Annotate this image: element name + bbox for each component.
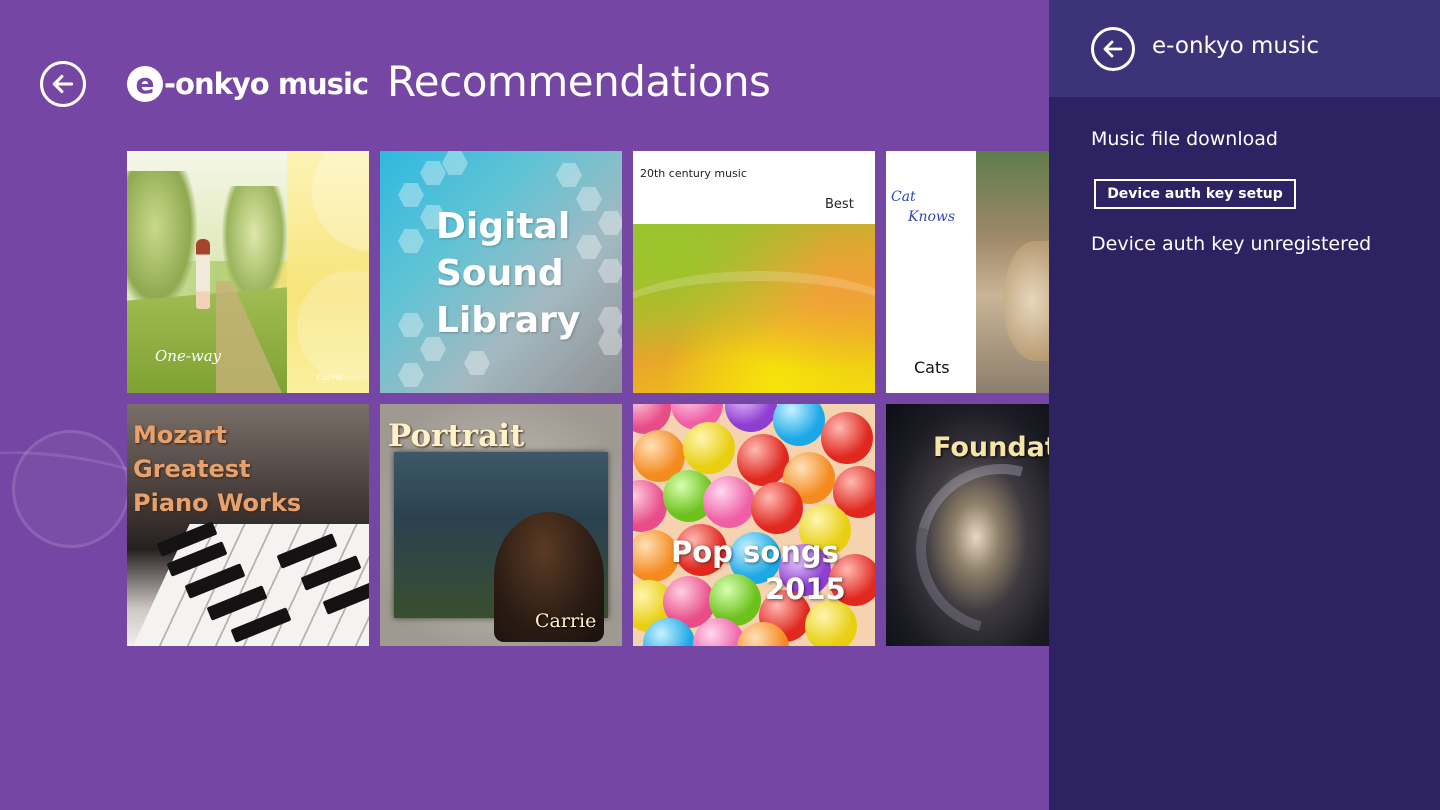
album-tile-cats[interactable]: Cat Knows Cats bbox=[886, 151, 1049, 393]
hexagon-shape bbox=[464, 351, 490, 375]
hexagon-shape bbox=[398, 363, 424, 387]
hexagon-shape bbox=[398, 313, 424, 337]
cover-art bbox=[127, 171, 197, 311]
hexagon-shape bbox=[420, 161, 446, 185]
hexagon-shape bbox=[598, 331, 622, 355]
album-subtitle: 2015 bbox=[765, 572, 846, 606]
music-file-download-link[interactable]: Music file download bbox=[1091, 128, 1278, 150]
album-tile-portrait[interactable]: Portrait Carrie bbox=[380, 404, 622, 646]
cover-art bbox=[886, 432, 1049, 646]
album-tile-pop-songs-2015[interactable]: Pop songs 2015 bbox=[633, 404, 875, 646]
e-onkyo-logo: e -onkyo music bbox=[127, 64, 369, 104]
album-title: Foundati bbox=[933, 432, 1049, 463]
album-tile-foundation[interactable]: Foundati bbox=[886, 404, 1049, 646]
auth-status-text: Device auth key unregistered bbox=[1091, 233, 1372, 255]
album-title-line: Greatest bbox=[133, 455, 251, 483]
album-tile-mozart[interactable]: Mozart Greatest Piano Works bbox=[127, 404, 369, 646]
hexagon-shape bbox=[598, 307, 622, 331]
main-area: e -onkyo music Recommendations One-way C… bbox=[0, 0, 1049, 810]
cover-art bbox=[196, 239, 210, 309]
device-auth-key-setup-button[interactable]: Device auth key setup bbox=[1094, 179, 1296, 209]
cover-art bbox=[751, 482, 803, 534]
panel-header: e-onkyo music bbox=[1049, 0, 1440, 97]
cover-art bbox=[633, 480, 667, 532]
back-arrow-icon bbox=[1103, 40, 1123, 58]
album-artist: Carrie bbox=[317, 373, 343, 382]
album-title: Portrait bbox=[388, 418, 525, 454]
hexagon-shape bbox=[556, 163, 582, 187]
cover-art bbox=[821, 412, 873, 464]
album-title: One-way bbox=[155, 347, 222, 365]
back-arrow-icon bbox=[52, 74, 74, 94]
cover-art bbox=[773, 404, 825, 446]
album-artist: Carrie bbox=[535, 610, 597, 632]
panel-title: e-onkyo music bbox=[1152, 33, 1320, 59]
album-title-line: Digital bbox=[436, 206, 571, 247]
cover-art bbox=[805, 600, 857, 646]
hexagon-shape bbox=[398, 183, 424, 207]
cover-art bbox=[725, 404, 777, 432]
album-tile-20th-century-music[interactable]: 20th century music Best bbox=[633, 151, 875, 393]
hexagon-shape bbox=[398, 229, 424, 253]
album-subtitle: Cats bbox=[914, 358, 950, 377]
page-title: Recommendations bbox=[387, 57, 771, 106]
album-title: 20th century music bbox=[640, 167, 747, 180]
settings-panel: e-onkyo music Music file download Device… bbox=[1049, 0, 1440, 810]
album-title: Mozart Greatest Piano Works bbox=[133, 418, 301, 520]
album-title-line: Library bbox=[436, 300, 581, 341]
album-title: Digital Sound Library bbox=[436, 203, 580, 344]
logo-e-mark: e bbox=[127, 66, 163, 102]
album-title-line: Cat bbox=[891, 189, 916, 205]
logo-text: -onkyo music bbox=[164, 67, 369, 101]
album-tile-digital-sound-library[interactable]: Digital Sound Library bbox=[380, 151, 622, 393]
hexagon-shape bbox=[598, 259, 622, 283]
cover-art bbox=[633, 271, 875, 391]
album-title-line: Mozart bbox=[133, 421, 227, 449]
cover-art bbox=[703, 476, 755, 528]
cover-art bbox=[737, 434, 789, 486]
album-title-line: Sound bbox=[436, 253, 564, 294]
cover-art bbox=[683, 422, 735, 474]
album-subtitle: Best bbox=[825, 197, 854, 212]
album-title-line: Piano Works bbox=[133, 489, 302, 517]
hexagon-shape bbox=[442, 151, 468, 175]
cover-art bbox=[394, 452, 608, 642]
panel-back-button[interactable] bbox=[1091, 27, 1135, 71]
hexagon-shape bbox=[598, 211, 622, 235]
cover-art bbox=[633, 404, 671, 434]
album-title: Pop songs bbox=[671, 535, 839, 569]
back-button[interactable] bbox=[40, 61, 86, 107]
album-tile-one-way[interactable]: One-way Carrie bbox=[127, 151, 369, 393]
album-title-line: Knows bbox=[908, 209, 956, 225]
